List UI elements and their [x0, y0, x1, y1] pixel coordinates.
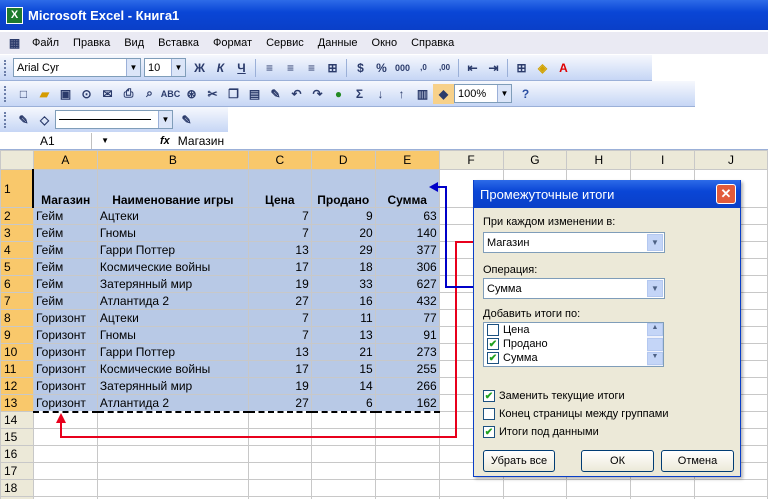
checkbox-checked[interactable]: ✔ [487, 352, 499, 364]
checkbox-checked[interactable]: ✔ [483, 390, 495, 402]
checkbox[interactable] [487, 324, 499, 336]
red-arrowhead [56, 413, 66, 423]
scroll-thumb[interactable] [647, 338, 663, 351]
cancel-button[interactable]: Отмена [661, 450, 734, 472]
chevron-down-icon[interactable]: ▼ [647, 280, 663, 297]
close-icon[interactable]: ✕ [716, 184, 736, 204]
blue-arrowhead [429, 182, 438, 192]
list-item[interactable]: Цена [484, 323, 663, 337]
list-item[interactable]: ✔ Сумма [484, 351, 663, 365]
checkbox-checked[interactable]: ✔ [483, 426, 495, 438]
chevron-down-icon[interactable]: ▼ [647, 234, 663, 251]
operation-select[interactable]: Сумма ▼ [483, 278, 665, 299]
subtotals-dialog: Промежуточные итоги ✕ При каждом изменен… [473, 180, 741, 477]
ok-button[interactable]: ОК [581, 450, 654, 472]
operation-label: Операция: [483, 264, 538, 276]
dialog-title-bar: Промежуточные итоги ✕ [474, 180, 740, 208]
subtotal-columns-list[interactable]: Цена ✔ Продано ✔ Сумма ▲ ▼ [483, 322, 664, 367]
replace-current-option[interactable]: ✔ Заменить текущие итоги [483, 390, 625, 402]
page-break-option[interactable]: Конец страницы между группами [483, 408, 668, 420]
scroll-up-icon[interactable]: ▲ [647, 323, 663, 336]
group-by-select[interactable]: Магазин ▼ [483, 232, 665, 253]
checkbox-checked[interactable]: ✔ [487, 338, 499, 350]
red-arrow-line [60, 241, 475, 438]
list-item[interactable]: ✔ Продано [484, 337, 663, 351]
checkbox[interactable] [483, 408, 495, 420]
list-scrollbar[interactable]: ▲ ▼ [647, 323, 663, 366]
scroll-down-icon[interactable]: ▼ [647, 352, 663, 365]
group-by-label: При каждом изменении в: [483, 216, 616, 228]
add-subtotal-label: Добавить итоги по: [483, 308, 581, 320]
remove-all-button[interactable]: Убрать все [483, 450, 555, 472]
dialog-title: Промежуточные итоги [480, 186, 615, 202]
summary-below-option[interactable]: ✔ Итоги под данными [483, 426, 599, 438]
